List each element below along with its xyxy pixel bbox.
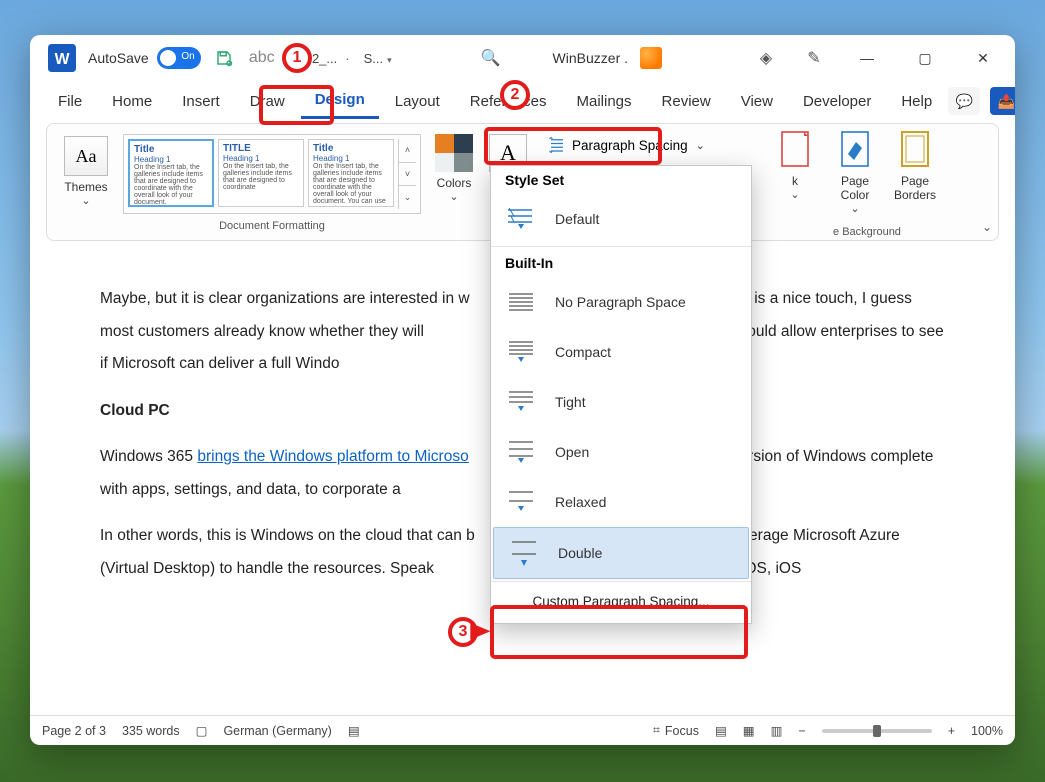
minimize-button[interactable]: — — [847, 40, 887, 76]
tab-home[interactable]: Home — [98, 85, 166, 118]
pen-icon[interactable]: ✎ — [799, 43, 829, 73]
dd-item-relaxed[interactable]: Relaxed — [491, 477, 751, 527]
save-icon[interactable] — [209, 43, 239, 73]
style-card-2[interactable]: TITLE Heading 1 On the Insert tab, the g… — [218, 139, 304, 207]
autosave-label: AutoSave — [88, 50, 149, 66]
app-title: WinBuzzer . — [553, 50, 628, 66]
paragraph-spacing-icon — [548, 136, 566, 154]
dd-item-double[interactable]: Double — [493, 527, 749, 579]
sb-view-web-icon[interactable]: ▥ — [771, 723, 783, 738]
themes-icon: Aa — [64, 136, 108, 176]
maximize-button[interactable]: ▢ — [905, 40, 945, 76]
sb-zoom-in-icon[interactable]: + — [948, 724, 955, 738]
dd-section-styleset: Style Set — [491, 166, 751, 194]
tab-design[interactable]: Design — [301, 83, 379, 119]
dd-item-default[interactable]: Default — [491, 194, 751, 244]
spacing-none-icon — [505, 287, 537, 317]
annotation-badge-2: 2 — [500, 80, 530, 110]
autosave-toggle[interactable]: On — [157, 47, 201, 69]
sb-focus-button[interactable]: ⌗ Focus — [653, 723, 699, 738]
svg-text:W: W — [55, 51, 70, 68]
statusbar: Page 2 of 3 335 words ▢ German (Germany)… — [30, 715, 1015, 745]
spacing-compact-icon — [505, 337, 537, 367]
search-icon[interactable]: 🔍 — [481, 48, 501, 68]
tab-review[interactable]: Review — [648, 85, 725, 118]
dd-item-compact[interactable]: Compact — [491, 327, 751, 377]
dd-section-builtin: Built-In — [491, 249, 751, 277]
spacing-double-icon — [508, 538, 540, 568]
dd-item-open[interactable]: Open — [491, 427, 751, 477]
chevron-down-icon — [449, 190, 458, 203]
sb-zoom-out-icon[interactable]: − — [798, 724, 805, 738]
gallery-up-icon[interactable]: ˄ — [399, 139, 416, 163]
titlebar: W AutoSave On abc 02_... · S... 🔍 WinBuz… — [30, 35, 1015, 81]
group-caption-formatting: Document Formatting — [117, 220, 427, 232]
page-borders-button[interactable]: Page Borders — [887, 130, 943, 215]
comments-button[interactable]: 💬 — [948, 87, 980, 115]
tab-view[interactable]: View — [727, 85, 787, 118]
tab-file[interactable]: File — [44, 85, 96, 118]
tab-layout[interactable]: Layout — [381, 85, 454, 118]
group-caption-background: e Background — [767, 226, 967, 238]
paragraph-spacing-dropdown: Style Set Default Built-In No Paragraph … — [490, 165, 752, 624]
tab-insert[interactable]: Insert — [168, 85, 234, 118]
strikethrough-icon[interactable]: abc — [247, 43, 277, 73]
sb-words[interactable]: 335 words — [122, 724, 180, 738]
spacing-tight-icon — [505, 387, 537, 417]
gallery-more-icon[interactable]: ⌄ — [399, 186, 416, 209]
sb-spellcheck-icon[interactable]: ▢ — [196, 723, 208, 738]
dd-item-no-space[interactable]: No Paragraph Space — [491, 277, 751, 327]
spacing-open-icon — [505, 437, 537, 467]
page-color-button[interactable]: Page Color — [827, 130, 883, 215]
close-button[interactable]: ✕ — [963, 40, 1003, 76]
paragraph-spacing-button[interactable]: Paragraph Spacing — [539, 130, 714, 160]
tab-mailings[interactable]: Mailings — [563, 85, 646, 118]
doc-status[interactable]: S... — [364, 51, 392, 66]
tab-help[interactable]: Help — [887, 85, 946, 118]
sb-view-read-icon[interactable]: ▤ — [715, 723, 727, 738]
diamond-icon[interactable]: ◈ — [751, 43, 781, 73]
tab-developer[interactable]: Developer — [789, 85, 885, 118]
colors-button[interactable]: Colors — [427, 130, 481, 234]
themes-button[interactable]: Aa Themes — [55, 130, 117, 234]
sb-zoom-level[interactable]: 100% — [971, 724, 1003, 738]
style-card-1[interactable]: Title Heading 1 On the Insert tab, the g… — [128, 139, 214, 207]
style-gallery[interactable]: Title Heading 1 On the Insert tab, the g… — [117, 130, 427, 234]
tab-draw[interactable]: Draw — [236, 85, 299, 118]
watermark-button[interactable]: k — [767, 130, 823, 215]
sb-view-print-icon[interactable]: ▦ — [743, 723, 755, 738]
dd-item-tight[interactable]: Tight — [491, 377, 751, 427]
sb-language[interactable]: German (Germany) — [223, 724, 331, 738]
sb-page[interactable]: Page 2 of 3 — [42, 724, 106, 738]
chevron-down-icon — [81, 194, 90, 207]
style-card-3[interactable]: Title Heading 1 On the Insert tab, the g… — [308, 139, 394, 207]
annotation-badge-1: 1 — [282, 43, 312, 73]
addin-icon[interactable] — [640, 47, 662, 69]
colors-icon — [435, 134, 473, 172]
spacing-default-icon — [505, 204, 537, 234]
zoom-slider[interactable] — [822, 729, 932, 733]
share-button[interactable]: 📤 — [990, 87, 1015, 115]
dd-item-custom[interactable]: Custom Paragraph Spacing... — [491, 584, 751, 619]
word-icon: W — [48, 44, 76, 72]
ribbon-collapse-icon[interactable]: ⌄ — [982, 220, 992, 234]
spacing-relaxed-icon — [505, 487, 537, 517]
gallery-down-icon[interactable]: ˅ — [399, 163, 416, 187]
sb-macro-icon[interactable]: ▤ — [348, 723, 360, 738]
annotation-arrow-icon: ▶ — [470, 617, 490, 643]
link-windows-365[interactable]: brings the Windows platform to Microso — [197, 448, 468, 465]
